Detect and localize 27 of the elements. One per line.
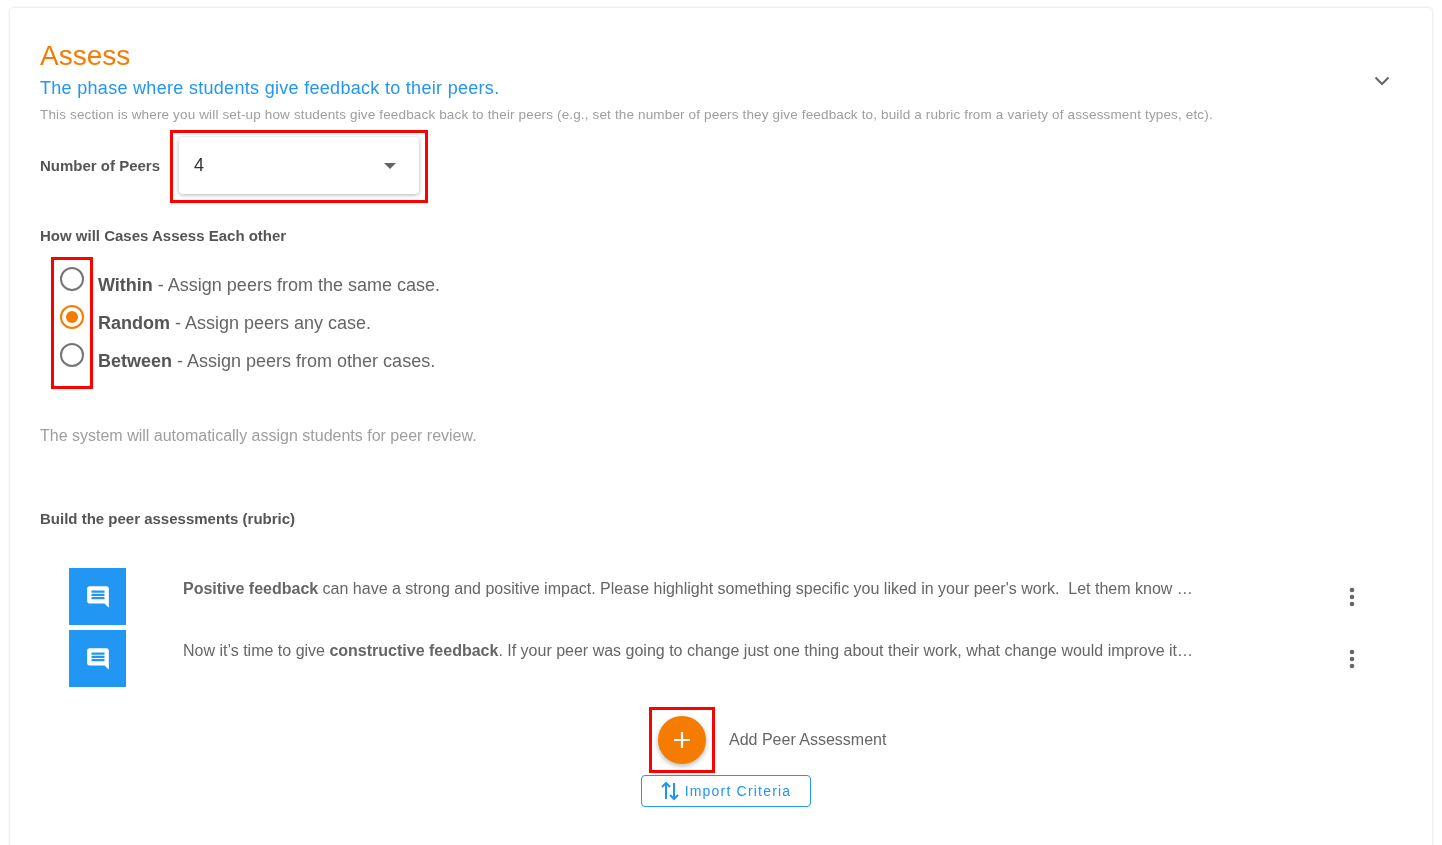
radio-button[interactable] [60,266,84,291]
radio-button[interactable] [60,304,84,329]
chevron-icon[interactable] [1374,76,1390,86]
plus-icon [673,731,691,749]
comment-icon [84,583,111,610]
more-options-icon[interactable] [1349,648,1355,669]
radio-option-label: Random - Assign peers any case. [98,311,373,335]
dropdown-caret-icon [384,162,397,169]
rubric-heading: Build the peer assessments (rubric) [40,508,297,529]
import-criteria-button[interactable]: Import Criteria [640,775,812,807]
radio-button[interactable] [60,342,84,367]
assess-mode-heading: How will Cases Assess Each other [40,226,288,246]
more-options-icon[interactable] [1349,586,1355,607]
assignment-note: The system will automatically assign students for peer review. [40,425,478,446]
section-title: Assess [40,39,132,73]
radio-option-label: Between - Assign peers from other cases. [98,349,437,373]
section-description: This section is where you will set-up how students give feedback back to their peers (e.g., set the number of peers they give feedback to, build a rubric from a variety of assessment types, etc). [40,106,1214,124]
add-assessment-label: Add Peer Assessment [729,730,888,750]
peers-dropdown[interactable]: 4 [179,137,420,194]
section-subtitle: The phase where students give feedback to their peers. [40,77,500,100]
rubric-item-text[interactable]: Now it’s time to give constructive feedback. If your peer was going to change just one thing about their work, what change would improve it… [183,638,1283,663]
radio-option-label: Within - Assign peers from the same case. [98,273,440,297]
sort-arrows-icon [660,781,679,801]
comment-icon [84,645,111,672]
rubric-item-text[interactable]: Positive feedback can have a strong and positive impact. Please highlight something specific you liked in your peer's work. Let them know … [183,576,1283,601]
peers-label: Number of Peers [40,156,161,177]
add-button[interactable] [658,716,706,764]
